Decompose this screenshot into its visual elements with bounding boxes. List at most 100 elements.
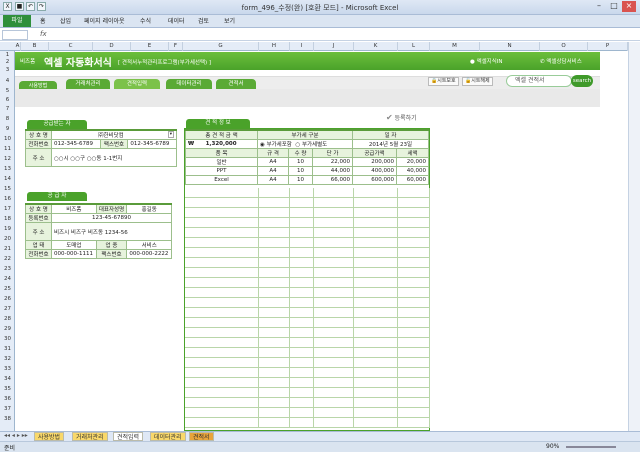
row-header[interactable]: 6 bbox=[0, 96, 15, 104]
empty-row[interactable] bbox=[185, 418, 430, 428]
col-header[interactable]: J bbox=[314, 42, 354, 51]
row-header[interactable]: 9 bbox=[0, 124, 15, 134]
tab-data[interactable]: 데이터 bbox=[168, 17, 185, 27]
row-header[interactable]: 33 bbox=[0, 364, 15, 374]
row-header[interactable]: 22 bbox=[0, 254, 15, 264]
row-header[interactable]: 7 bbox=[0, 104, 15, 114]
vat-include-radio[interactable]: ◉ 부가세포함 bbox=[260, 142, 292, 148]
sheet-tab-usage[interactable]: 사용방법 bbox=[34, 432, 65, 441]
row-header[interactable]: 8 bbox=[0, 114, 15, 124]
col-header[interactable]: M bbox=[430, 42, 480, 51]
row-header[interactable]: 14 bbox=[0, 174, 15, 184]
vertical-scrollbar[interactable] bbox=[628, 42, 640, 431]
sheet-nav-arrows[interactable]: ◂◂ ◂ ▸ ▸▸ bbox=[4, 432, 28, 439]
empty-row[interactable] bbox=[185, 328, 430, 338]
tab-formulas[interactable]: 수식 bbox=[140, 17, 151, 27]
company-value[interactable]: 비즈폼 bbox=[51, 203, 97, 214]
row-header[interactable]: 17 bbox=[0, 204, 15, 214]
item-cell[interactable]: PPT bbox=[185, 166, 258, 176]
ceo-value[interactable]: 홍길동 bbox=[126, 203, 172, 214]
empty-row[interactable] bbox=[185, 318, 430, 328]
maximize-icon[interactable]: □ bbox=[607, 1, 621, 12]
empty-item-rows[interactable] bbox=[185, 188, 430, 430]
col-header[interactable]: F bbox=[169, 42, 183, 51]
zoom-slider[interactable] bbox=[566, 446, 616, 448]
address-value[interactable]: ○○시 ○○구 ○○동 1-1번지 bbox=[51, 148, 177, 167]
knowledge-link[interactable]: ● 엑셀지식IN bbox=[470, 57, 503, 65]
row-header[interactable]: 20 bbox=[0, 234, 15, 244]
sheet-protect-button[interactable]: 🔒시트보호 bbox=[428, 77, 459, 86]
tab-review[interactable]: 검토 bbox=[198, 17, 209, 27]
register-button[interactable]: ✔ 등록하기 bbox=[386, 113, 417, 122]
tab-home[interactable]: 홈 bbox=[40, 17, 46, 27]
row-header[interactable]: 21 bbox=[0, 244, 15, 254]
price-cell[interactable]: 22,000 bbox=[312, 157, 353, 167]
phone-value[interactable]: 000-000-1111 bbox=[51, 249, 97, 259]
spec-cell[interactable]: A4 bbox=[257, 175, 289, 185]
qty-cell[interactable]: 10 bbox=[288, 157, 313, 167]
empty-row[interactable] bbox=[185, 288, 430, 298]
fx-icon[interactable]: fx bbox=[40, 30, 47, 38]
empty-row[interactable] bbox=[185, 398, 430, 408]
spec-cell[interactable]: A4 bbox=[257, 166, 289, 176]
sheet-tab-clients[interactable]: 거래처관리 bbox=[72, 432, 108, 441]
tab-page-layout[interactable]: 페이지 레이아웃 bbox=[84, 17, 125, 27]
col-header[interactable]: D bbox=[93, 42, 131, 51]
row-header[interactable]: 32 bbox=[0, 354, 15, 364]
col-header[interactable]: K bbox=[354, 42, 398, 51]
row-header[interactable]: 12 bbox=[0, 154, 15, 164]
empty-row[interactable] bbox=[185, 308, 430, 318]
empty-row[interactable] bbox=[185, 248, 430, 258]
empty-row[interactable] bbox=[185, 388, 430, 398]
row-header[interactable]: 10 bbox=[0, 134, 15, 144]
date-value[interactable]: 2014년 5월 23일 bbox=[352, 139, 429, 149]
empty-row[interactable] bbox=[185, 278, 430, 288]
search-button[interactable]: search bbox=[571, 75, 593, 87]
empty-row[interactable] bbox=[185, 228, 430, 238]
empty-row[interactable] bbox=[185, 358, 430, 368]
empty-row[interactable] bbox=[185, 268, 430, 278]
spec-cell[interactable]: A4 bbox=[257, 157, 289, 167]
sheet-tab-estimate[interactable]: 견적서 bbox=[189, 432, 214, 441]
empty-row[interactable] bbox=[185, 188, 430, 198]
col-header[interactable]: N bbox=[480, 42, 540, 51]
empty-row[interactable] bbox=[185, 298, 430, 308]
sheet-tab-estimate-input[interactable]: 견적입력 bbox=[113, 432, 144, 441]
col-header[interactable]: B bbox=[21, 42, 49, 51]
close-icon[interactable]: × bbox=[622, 1, 636, 12]
row-header[interactable]: 24 bbox=[0, 274, 15, 284]
business-item-value[interactable]: 서비스 bbox=[126, 240, 172, 250]
col-header[interactable]: I bbox=[290, 42, 314, 51]
consult-link[interactable]: ✆ 엑셀상담서비스 bbox=[540, 57, 582, 65]
vat-exclude-radio[interactable]: ○ 부가세별도 bbox=[295, 142, 327, 148]
row-header[interactable]: 19 bbox=[0, 224, 15, 234]
col-header[interactable]: E bbox=[131, 42, 169, 51]
sheet-tab-data[interactable]: 데이터관리 bbox=[150, 432, 186, 441]
row-header[interactable]: 36 bbox=[0, 394, 15, 404]
empty-row[interactable] bbox=[185, 198, 430, 208]
row-header[interactable]: 37 bbox=[0, 404, 15, 414]
business-type-value[interactable]: 도매업 bbox=[51, 240, 97, 250]
item-cell[interactable]: Excel bbox=[185, 175, 258, 185]
qty-cell[interactable]: 10 bbox=[288, 166, 313, 176]
zoom-level[interactable]: 90% bbox=[546, 443, 559, 450]
col-header[interactable]: H bbox=[259, 42, 290, 51]
row-header[interactable]: 18 bbox=[0, 214, 15, 224]
fax-value[interactable]: 012-345-6789 bbox=[127, 139, 177, 149]
reg-number-value[interactable]: 123-45-67890 bbox=[51, 213, 172, 223]
tab-insert[interactable]: 삽입 bbox=[60, 17, 71, 27]
price-cell[interactable]: 44,000 bbox=[312, 166, 353, 176]
row-header[interactable]: 31 bbox=[0, 344, 15, 354]
search-input[interactable]: 엑셀 견적서 bbox=[506, 75, 572, 87]
row-header[interactable]: 25 bbox=[0, 284, 15, 294]
empty-row[interactable] bbox=[185, 378, 430, 388]
row-header[interactable]: 28 bbox=[0, 314, 15, 324]
row-header[interactable]: 30 bbox=[0, 334, 15, 344]
empty-row[interactable] bbox=[185, 238, 430, 248]
sheet-unprotect-button[interactable]: 🔓시트해제 bbox=[462, 77, 493, 86]
phone-value[interactable]: 012-345-6789 bbox=[51, 139, 101, 149]
price-cell[interactable]: 66,000 bbox=[312, 175, 353, 185]
qty-cell[interactable]: 10 bbox=[288, 175, 313, 185]
row-header[interactable]: 11 bbox=[0, 144, 15, 154]
company-select[interactable]: ㈜한비닷컴 ▾ bbox=[51, 129, 177, 140]
